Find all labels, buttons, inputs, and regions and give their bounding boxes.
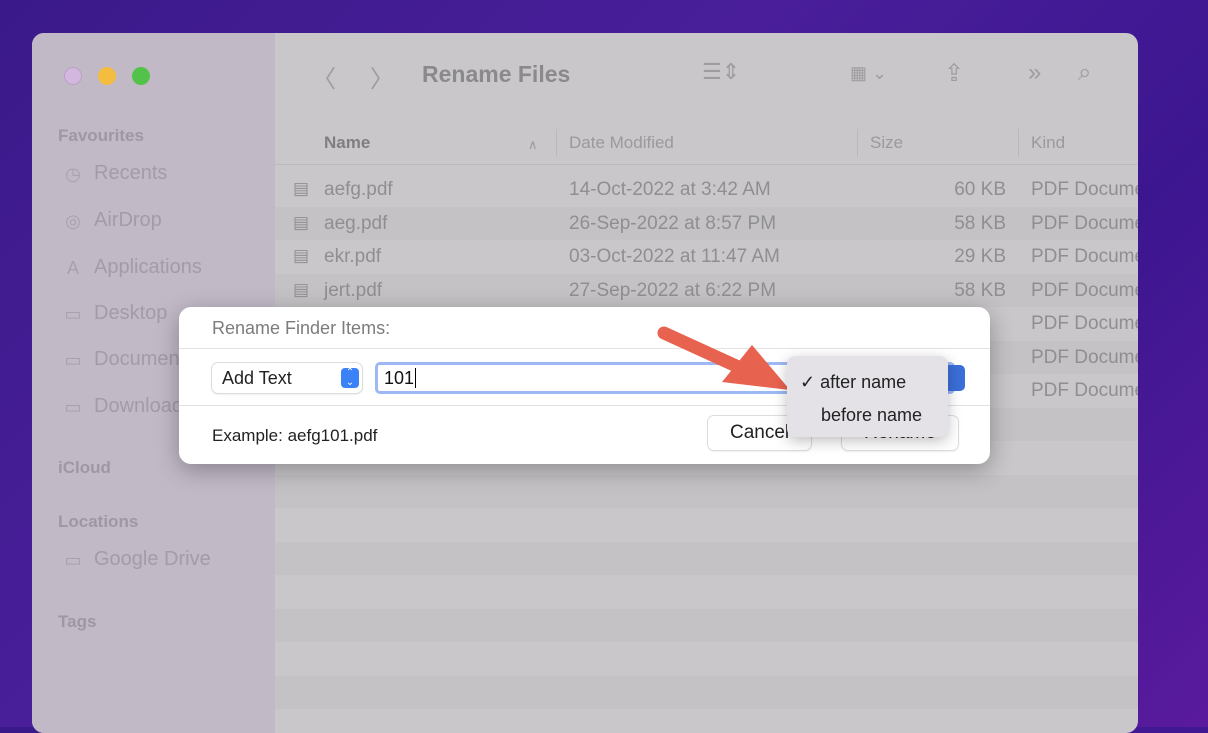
checkmark-icon: ✓ (800, 372, 816, 392)
menu-item-before-name[interactable]: before name (821, 405, 922, 426)
position-dropdown-menu: ✓ after name before name (787, 356, 948, 437)
annotation-arrow (657, 326, 790, 390)
menu-item-after-name[interactable]: ✓ after name (800, 372, 906, 393)
